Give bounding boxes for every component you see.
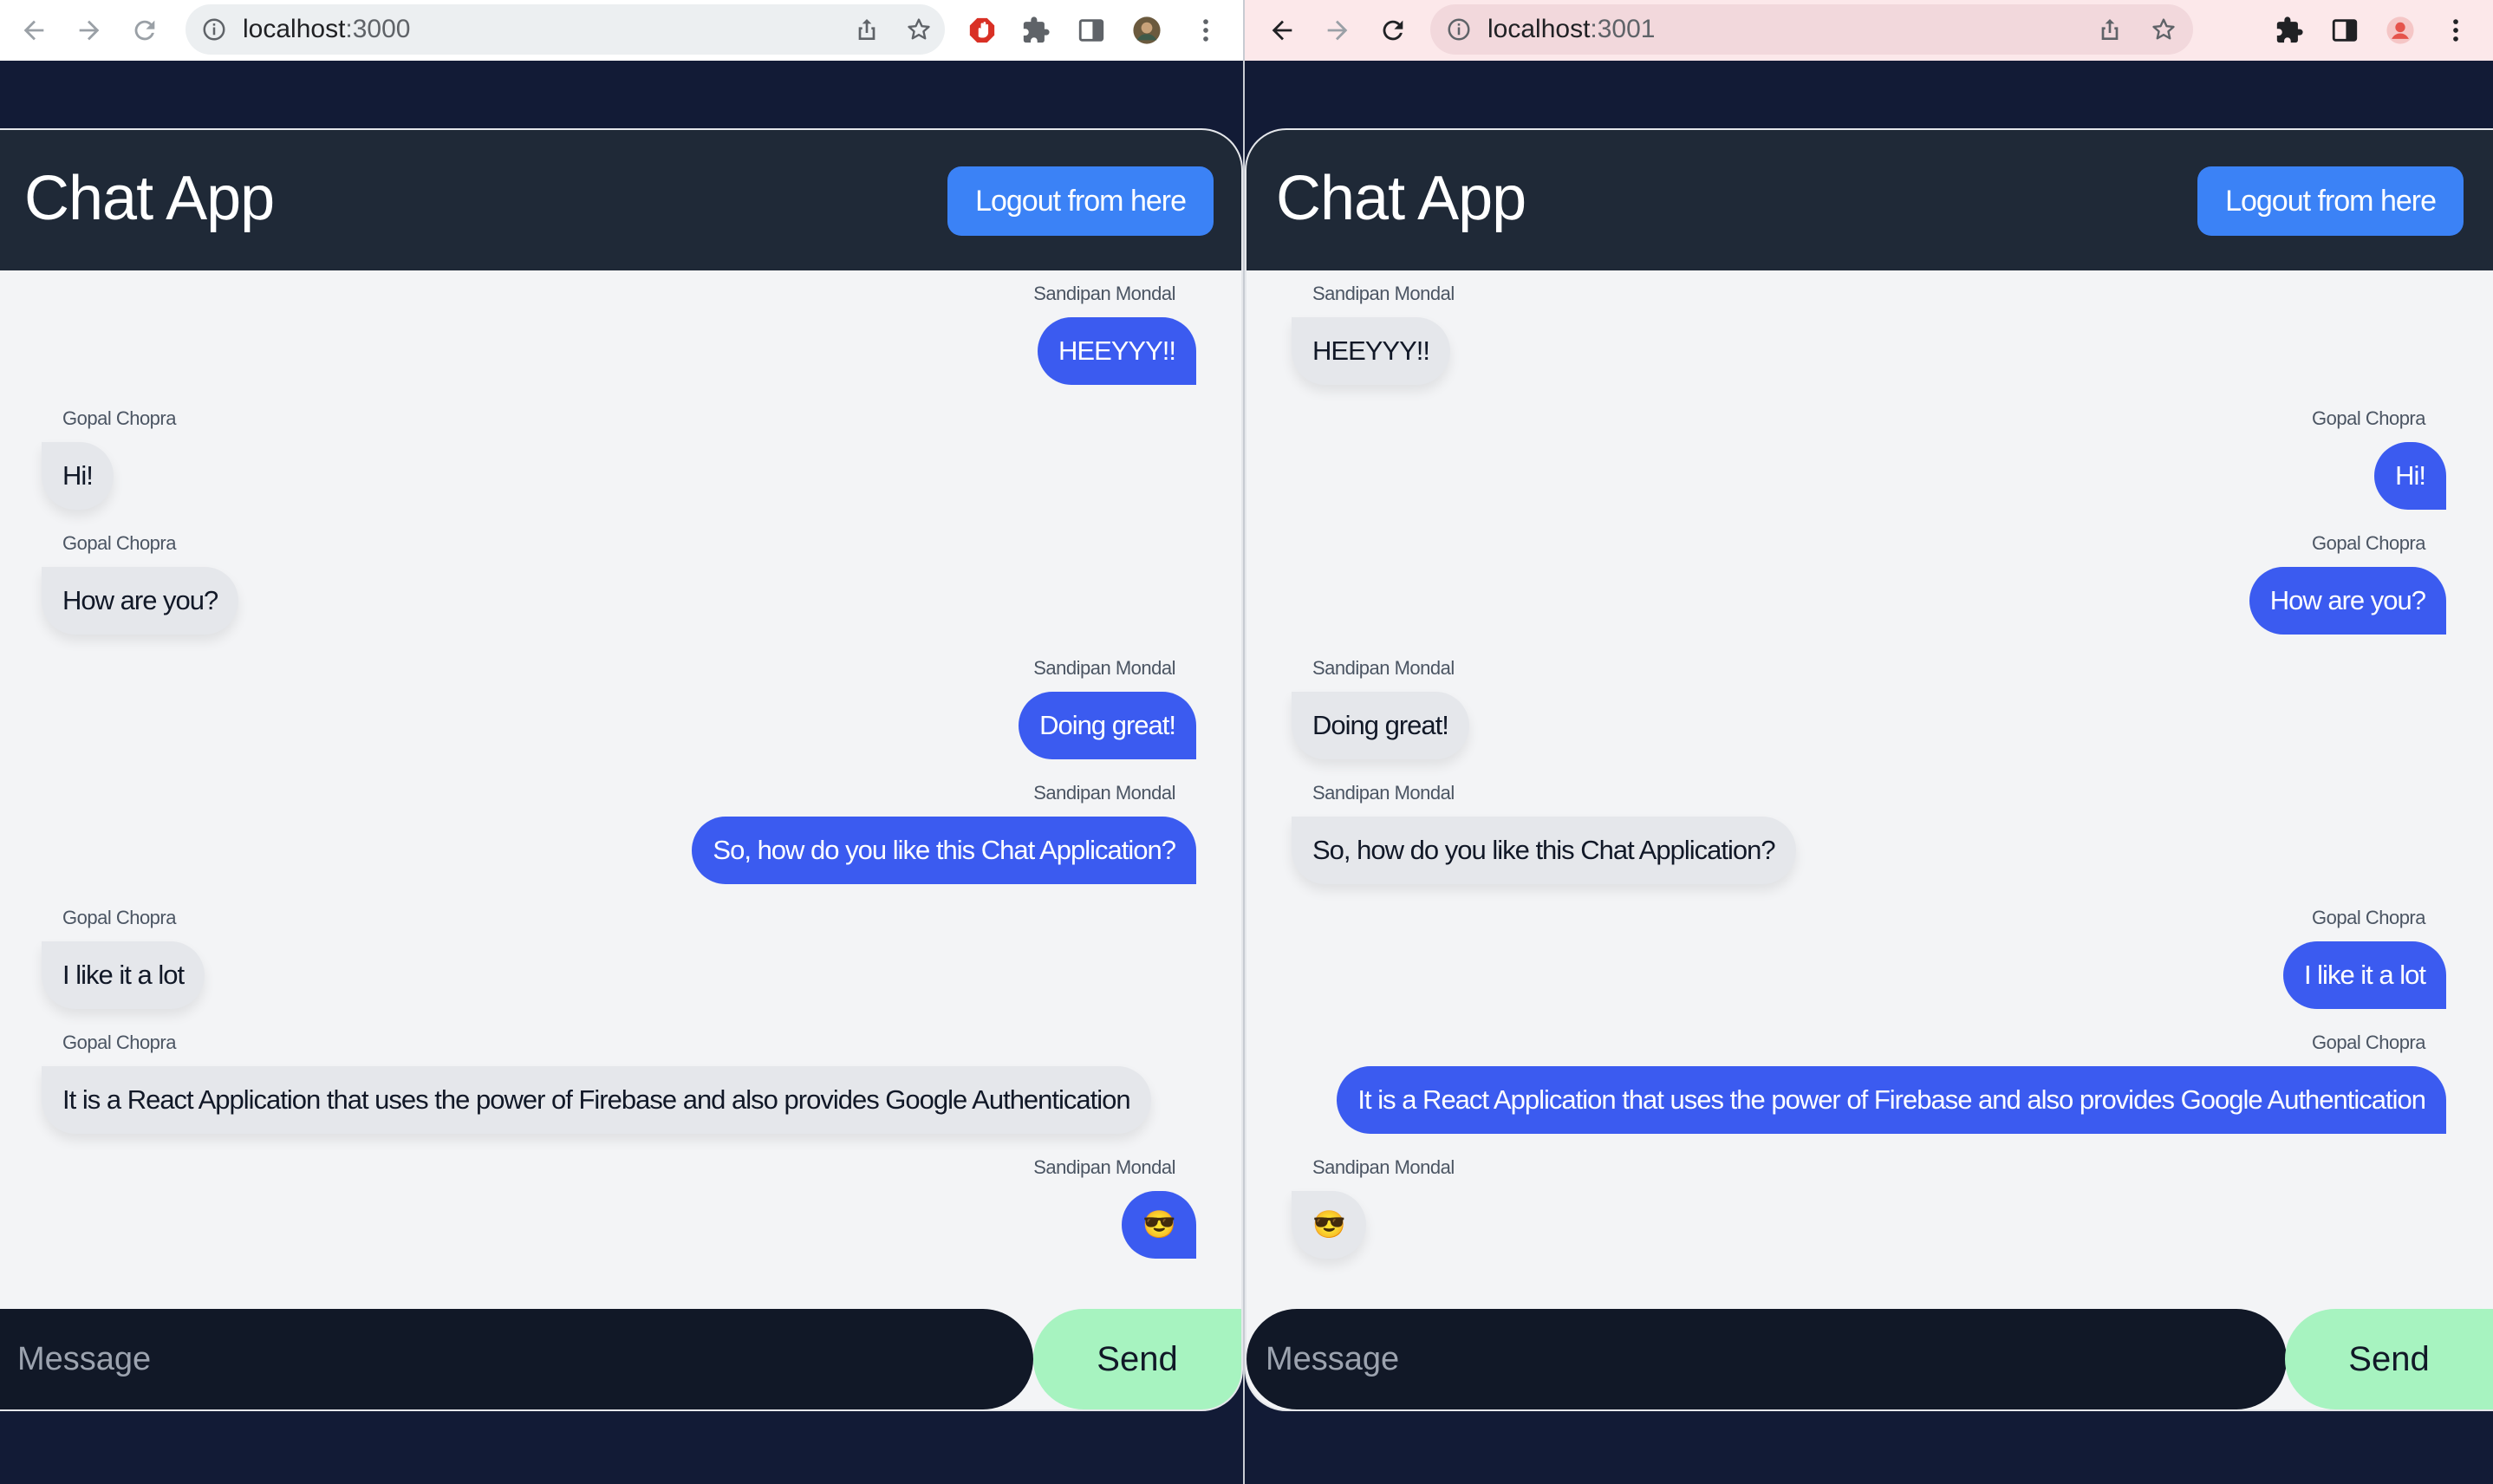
message-item: Sandipan Mondal Doing great!	[1292, 657, 1469, 759]
extension-icon[interactable]	[1016, 10, 1056, 50]
star-icon[interactable]	[2145, 10, 2183, 49]
message-item: Gopal Chopra I like it a lot	[2282, 907, 2446, 1009]
browser-toolbar: localhost:3001	[1245, 0, 2493, 61]
message-author: Gopal Chopra	[62, 907, 176, 928]
adblock-extension-icon[interactable]	[962, 10, 1002, 50]
message-item: Sandipan Mondal 😎	[1033, 1156, 1196, 1259]
message-bubble: I like it a lot	[2282, 941, 2446, 1009]
app-title: Chat App	[24, 164, 275, 233]
message-author: Sandipan Mondal	[1033, 283, 1175, 304]
message-item: Gopal Chopra It is a React Application t…	[42, 1032, 1151, 1134]
chat-app: Chat App Logout from here Sandipan Monda…	[1245, 128, 2493, 1411]
message-author: Sandipan Mondal	[1312, 657, 1455, 679]
kebab-menu-icon[interactable]	[1186, 10, 1226, 50]
star-icon[interactable]	[900, 10, 938, 49]
info-icon[interactable]	[201, 16, 227, 42]
message-item: Gopal Chopra Hi!	[2312, 407, 2446, 510]
share-icon[interactable]	[848, 10, 886, 49]
message-item: Sandipan Mondal So, how do you like this…	[1292, 782, 1796, 884]
address-bar[interactable]: localhost:3000	[186, 4, 945, 55]
kebab-menu-icon[interactable]	[2436, 10, 2476, 50]
message-author: Sandipan Mondal	[1312, 782, 1455, 804]
avatar-icon[interactable]	[1127, 10, 1167, 50]
logout-button[interactable]: Logout from here	[947, 166, 1214, 236]
message-composer: Send	[0, 1309, 1241, 1409]
message-bubble: It is a React Application that uses the …	[42, 1066, 1151, 1134]
message-author: Sandipan Mondal	[1033, 1156, 1175, 1178]
message-bubble: How are you?	[2249, 567, 2446, 635]
message-list: Sandipan Mondal HEEYYY!! Gopal Chopra Hi…	[0, 270, 1241, 1409]
message-bubble: How are you?	[42, 567, 239, 635]
message-bubble: Hi!	[2374, 442, 2446, 510]
message-author: Sandipan Mondal	[1033, 782, 1175, 804]
message-item: Sandipan Mondal 😎	[1292, 1156, 1455, 1259]
info-icon[interactable]	[1446, 16, 1472, 42]
message-item: Gopal Chopra I like it a lot	[42, 907, 205, 1009]
reload-icon[interactable]	[1371, 9, 1415, 52]
message-bubble: So, how do you like this Chat Applicatio…	[692, 817, 1196, 884]
browser-window-right: localhost:3001 Chat App Logout from here	[1243, 0, 2493, 1484]
forward-arrow-icon[interactable]	[68, 9, 111, 52]
app-header: Chat App Logout from here	[0, 130, 1241, 270]
url-text: localhost:3001	[1487, 15, 1656, 43]
message-author: Gopal Chopra	[2312, 532, 2425, 554]
message-item: Sandipan Mondal HEEYYY!!	[1292, 283, 1455, 385]
side-panel-icon[interactable]	[1071, 10, 1111, 50]
message-input[interactable]	[1246, 1309, 2287, 1409]
extension-icon[interactable]	[2269, 10, 2309, 50]
message-list: Sandipan Mondal HEEYYY!! Gopal Chopra Hi…	[1246, 270, 2493, 1409]
message-composer: Send	[1246, 1309, 2493, 1409]
message-bubble: So, how do you like this Chat Applicatio…	[1292, 817, 1796, 884]
message-author: Gopal Chopra	[62, 532, 176, 554]
browser-toolbar: localhost:3000	[0, 0, 1243, 61]
message-bubble: Doing great!	[1019, 692, 1196, 759]
message-author: Gopal Chopra	[2312, 907, 2425, 928]
message-author: Sandipan Mondal	[1312, 283, 1455, 304]
message-author: Gopal Chopra	[62, 407, 176, 429]
message-bubble: It is a React Application that uses the …	[1337, 1066, 2446, 1134]
message-bubble: Doing great!	[1292, 692, 1469, 759]
send-button[interactable]: Send	[2285, 1309, 2493, 1409]
send-button[interactable]: Send	[1033, 1309, 1241, 1409]
forward-arrow-icon[interactable]	[1316, 9, 1359, 52]
logout-button[interactable]: Logout from here	[2197, 166, 2464, 236]
message-author: Sandipan Mondal	[1312, 1156, 1455, 1178]
message-bubble: 😎	[1292, 1191, 1366, 1259]
message-item: Gopal Chopra It is a React Application t…	[1337, 1032, 2446, 1134]
back-arrow-icon[interactable]	[1260, 9, 1304, 52]
avatar-icon[interactable]	[2380, 10, 2420, 50]
message-input[interactable]	[0, 1309, 1033, 1409]
message-item: Gopal Chopra How are you?	[42, 532, 239, 635]
message-author: Gopal Chopra	[2312, 407, 2425, 429]
message-bubble: 😎	[1122, 1191, 1196, 1259]
side-panel-icon[interactable]	[2325, 10, 2365, 50]
message-author: Sandipan Mondal	[1033, 657, 1175, 679]
message-item: Sandipan Mondal Doing great!	[1019, 657, 1196, 759]
url-text: localhost:3000	[243, 15, 411, 43]
message-bubble: Hi!	[42, 442, 114, 510]
message-author: Gopal Chopra	[2312, 1032, 2425, 1053]
message-author: Gopal Chopra	[62, 1032, 176, 1053]
message-bubble: HEEYYY!!	[1038, 317, 1196, 385]
message-item: Sandipan Mondal So, how do you like this…	[692, 782, 1196, 884]
address-bar[interactable]: localhost:3001	[1430, 4, 2193, 55]
browser-window-left: localhost:3000 Chat App Logout from here	[0, 0, 1243, 1484]
message-item: Gopal Chopra How are you?	[2249, 532, 2446, 635]
share-icon[interactable]	[2091, 10, 2129, 49]
message-item: Gopal Chopra Hi!	[42, 407, 176, 510]
reload-icon[interactable]	[123, 9, 166, 52]
back-arrow-icon[interactable]	[12, 9, 55, 52]
app-title: Chat App	[1276, 164, 1526, 233]
chat-app: Chat App Logout from here Sandipan Monda…	[0, 128, 1243, 1411]
message-bubble: HEEYYY!!	[1292, 317, 1450, 385]
message-bubble: I like it a lot	[42, 941, 205, 1009]
message-item: Sandipan Mondal HEEYYY!!	[1033, 283, 1196, 385]
app-header: Chat App Logout from here	[1246, 130, 2493, 270]
